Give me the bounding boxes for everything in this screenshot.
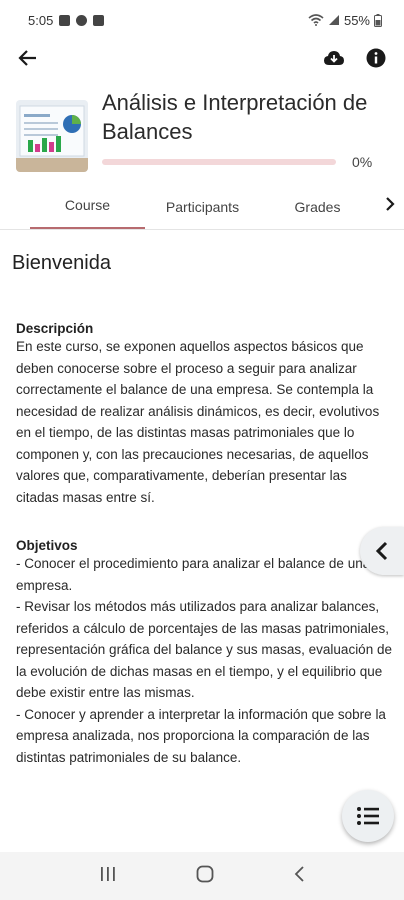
recents-icon [101,866,116,881]
course-title: Análisis e Interpretación de Balances [102,90,368,144]
info-icon [366,48,386,68]
progress-percent: 0% [352,154,373,170]
course-content: Bienvenida Descripción En este curso, se… [0,252,404,768]
course-header: Análisis e Interpretación de Balances 0% [0,76,404,186]
status-time: 5:05 [28,12,54,28]
status-left: 5:05 [28,12,105,28]
wifi-icon [308,14,324,26]
course-tabs: Course Participants Grades [0,186,404,230]
course-image [16,100,88,172]
status-bar: 5:05 55% [0,0,404,40]
info-button[interactable] [362,44,390,72]
objective-item: - Conocer y aprender a interpretar la in… [16,706,386,765]
battery-icon [374,13,382,27]
tab-course[interactable]: Course [30,197,145,229]
section-heading: Bienvenida [12,252,111,274]
back-button[interactable] [14,44,42,72]
course-index-fab[interactable] [342,790,394,842]
system-nav-bar [0,852,404,900]
home-icon [196,865,214,882]
progress-bar [102,159,336,165]
objectives-title: Objetivos [16,538,78,553]
course-index-drawer-button[interactable] [360,527,404,575]
system-back-icon [294,865,304,882]
course-info: Análisis e Interpretación de Balances 0% [102,88,388,186]
chevron-left-icon [375,541,388,561]
recents-button[interactable] [99,866,117,887]
home-button[interactable] [196,865,214,888]
back-arrow-icon [18,50,36,66]
tab-participants[interactable]: Participants [145,199,260,229]
battery-level: 55% [343,12,370,28]
gallery-notification-icon [59,14,71,26]
course-thumbnail [16,100,88,172]
status-right: 55% [308,13,382,28]
top-app-bar [0,40,404,76]
top-actions [320,44,390,72]
signal-icon [328,15,339,25]
tabs-scroll-right-button[interactable] [384,196,396,217]
square-notification-icon [93,14,105,26]
app-notification-icon [76,14,88,26]
chevron-right-icon [386,197,395,211]
progress-row: 0% [102,154,388,170]
objective-item: - Conocer el procedimiento para analizar… [16,556,371,593]
objective-item: - Revisar los métodos más utilizados par… [16,599,392,700]
description-title: Descripción [16,321,94,336]
system-back-button[interactable] [293,865,305,888]
cloud-download-icon [324,51,344,65]
list-icon [357,807,379,825]
download-button[interactable] [320,44,348,72]
description-text: En este curso, se exponen aquellos aspec… [16,339,380,505]
tab-grades[interactable]: Grades [260,199,375,229]
